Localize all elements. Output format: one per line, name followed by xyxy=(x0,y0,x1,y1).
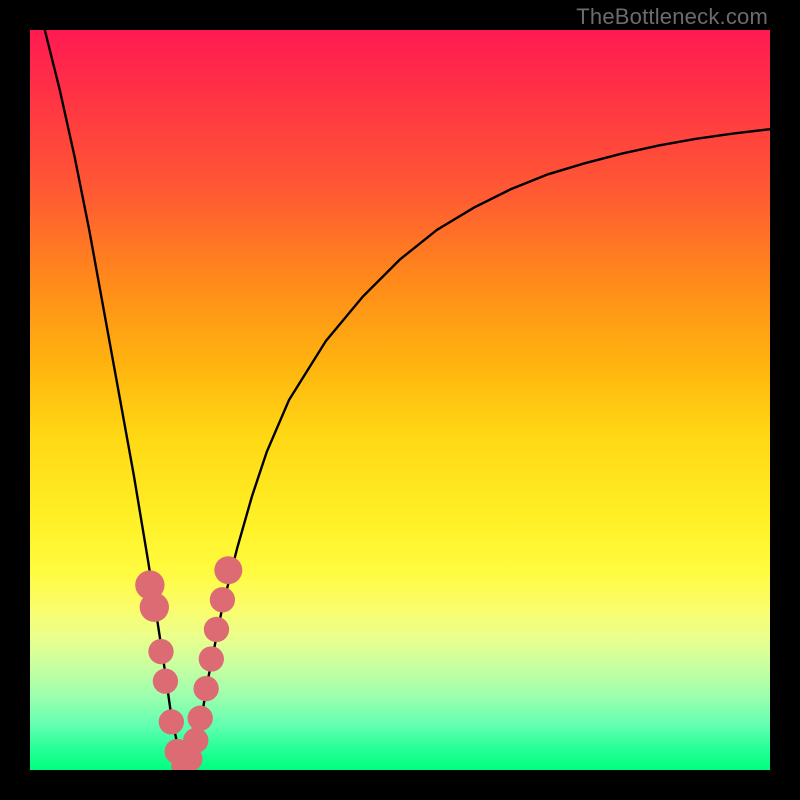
data-marker xyxy=(183,728,208,753)
chart-frame: TheBottleneck.com xyxy=(0,0,800,800)
data-marker xyxy=(210,587,235,612)
data-marker xyxy=(214,556,242,584)
watermark-text: TheBottleneck.com xyxy=(576,4,768,30)
data-marker xyxy=(159,709,184,734)
data-marker xyxy=(199,646,224,671)
data-marker xyxy=(140,593,169,622)
data-marker xyxy=(188,706,213,731)
plot-area xyxy=(30,30,770,770)
data-marker xyxy=(204,617,229,642)
curve-svg xyxy=(30,30,770,770)
marker-group xyxy=(135,556,242,770)
data-marker xyxy=(153,669,178,694)
data-marker xyxy=(193,676,218,701)
data-marker xyxy=(148,639,173,664)
